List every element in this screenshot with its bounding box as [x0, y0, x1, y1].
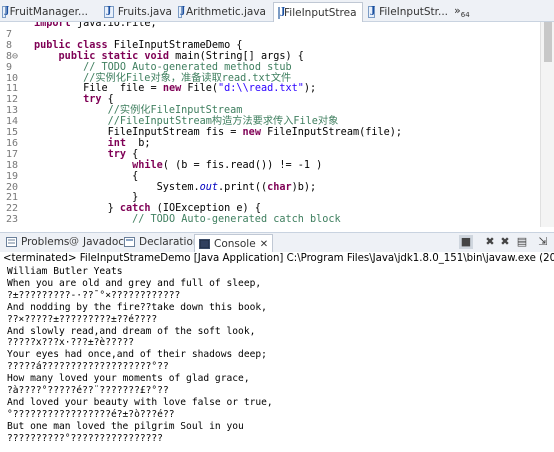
tab-overflow-button[interactable]: »64: [454, 4, 470, 19]
console-line: ?à????°?????é??¨???????£?°??: [7, 385, 169, 396]
console-line: ??×?????±?????????±??é????: [7, 313, 158, 325]
code-editor[interactable]: import java.io.File; 7 8 public class FileI…: [0, 22, 540, 227]
console-launch-description: <terminated> FileInputStrameDemo [Java A…: [0, 252, 554, 266]
close-icon[interactable]: ✕: [260, 239, 268, 250]
tab-label: Javadoc: [83, 236, 125, 248]
console-line: ?????x???x·???±?è?????: [7, 337, 135, 349]
javadoc-icon: @: [69, 236, 79, 247]
tab-fileinputstr[interactable]: FileInputStr...: [368, 2, 448, 22]
java-file-icon: [178, 6, 185, 18]
pin-console-button[interactable]: ⇲: [536, 235, 550, 249]
console-line: How many loved your moments of glad grac…: [7, 373, 250, 385]
tab-label: Declaration: [139, 236, 200, 248]
remove-launch-button[interactable]: ✖: [483, 235, 497, 249]
line-number: 23: [6, 214, 19, 226]
tab-fruits[interactable]: Fruits.java: [104, 2, 172, 22]
remove-all-terminated-button[interactable]: ✖: [498, 235, 512, 249]
console-line: °?????????????????é?±?ò???é??: [7, 408, 175, 420]
tab-label: Arithmetic.java: [185, 6, 266, 18]
remove-all-terminated-icon: ✖: [500, 235, 510, 248]
scroll-lock-button[interactable]: ▤: [515, 235, 529, 249]
tab-problems[interactable]: Problems: [6, 236, 69, 248]
tab-label: FruitManager...: [9, 6, 88, 18]
java-file-icon: [278, 7, 285, 19]
editor-vertical-scrollbar[interactable]: [540, 22, 554, 227]
declaration-icon: [124, 237, 135, 247]
tab-javadoc[interactable]: @ Javadoc: [69, 236, 124, 248]
console-line: Your eyes had once,and of their shadows …: [7, 349, 267, 361]
java-file-icon: [368, 6, 375, 18]
console-icon: [199, 239, 210, 249]
remove-all-icon: ✖: [485, 235, 495, 248]
console-line: When you are old and grey and full of sl…: [7, 277, 262, 289]
console-line: ?????á???????????????????°??: [7, 361, 169, 373]
scroll-lock-icon: ▤: [516, 235, 528, 248]
java-file-icon: [2, 6, 9, 18]
console-line: And loved your beauty with love false or…: [7, 396, 273, 408]
problems-icon: [6, 237, 17, 247]
code-line[interactable]: 23 // TODO Auto-generated catch block: [0, 214, 540, 227]
java-file-icon: [104, 6, 114, 18]
tab-console-active[interactable]: Console ✕: [194, 234, 274, 253]
console-line: William Butler Yeats: [7, 266, 123, 277]
console-line: And slowly read,and dream of the soft lo…: [7, 325, 256, 337]
stop-icon: ■: [460, 235, 472, 248]
editor-tab-bar: FruitManager... Fruits.java Arithmetic.j…: [0, 0, 554, 23]
tab-label: Console: [214, 238, 256, 250]
overflow-chevron-icon: »: [454, 4, 461, 17]
console-line: But one man loved the pilgrim Soul in yo…: [7, 420, 244, 432]
overflow-count: 64: [460, 11, 470, 20]
close-icon[interactable]: ✕: [362, 8, 363, 19]
console-line: ??????????°????????????????: [7, 432, 163, 444]
line-code: // TODO Auto-generated catch block: [132, 214, 341, 226]
tab-arithmetic[interactable]: Arithmetic.java: [178, 2, 266, 22]
tab-declaration[interactable]: Declaration: [124, 236, 200, 248]
tab-fileinputstream-active[interactable]: FileInputStrea ✕: [273, 2, 363, 23]
tab-label: FileInputStr...: [379, 6, 448, 18]
tab-label: Fruits.java: [117, 6, 172, 18]
tab-fruitmanager[interactable]: FruitManager...: [2, 2, 88, 22]
console-line: And nodding by the fire??take down this …: [7, 301, 267, 313]
terminate-button[interactable]: ■: [459, 235, 473, 249]
tab-label: FileInputStrea: [284, 7, 357, 19]
tab-label: Problems: [21, 236, 70, 248]
scrollbar-thumb[interactable]: [544, 22, 552, 62]
pin-icon: ⇲: [538, 235, 548, 248]
console-line: ?±?????????-·??¯°×????????????: [7, 289, 181, 301]
view-tab-bar: Problems @ Javadoc Declaration Console ✕…: [0, 232, 554, 253]
console-output[interactable]: William Butler Yeats When you are old and…: [0, 266, 554, 452]
